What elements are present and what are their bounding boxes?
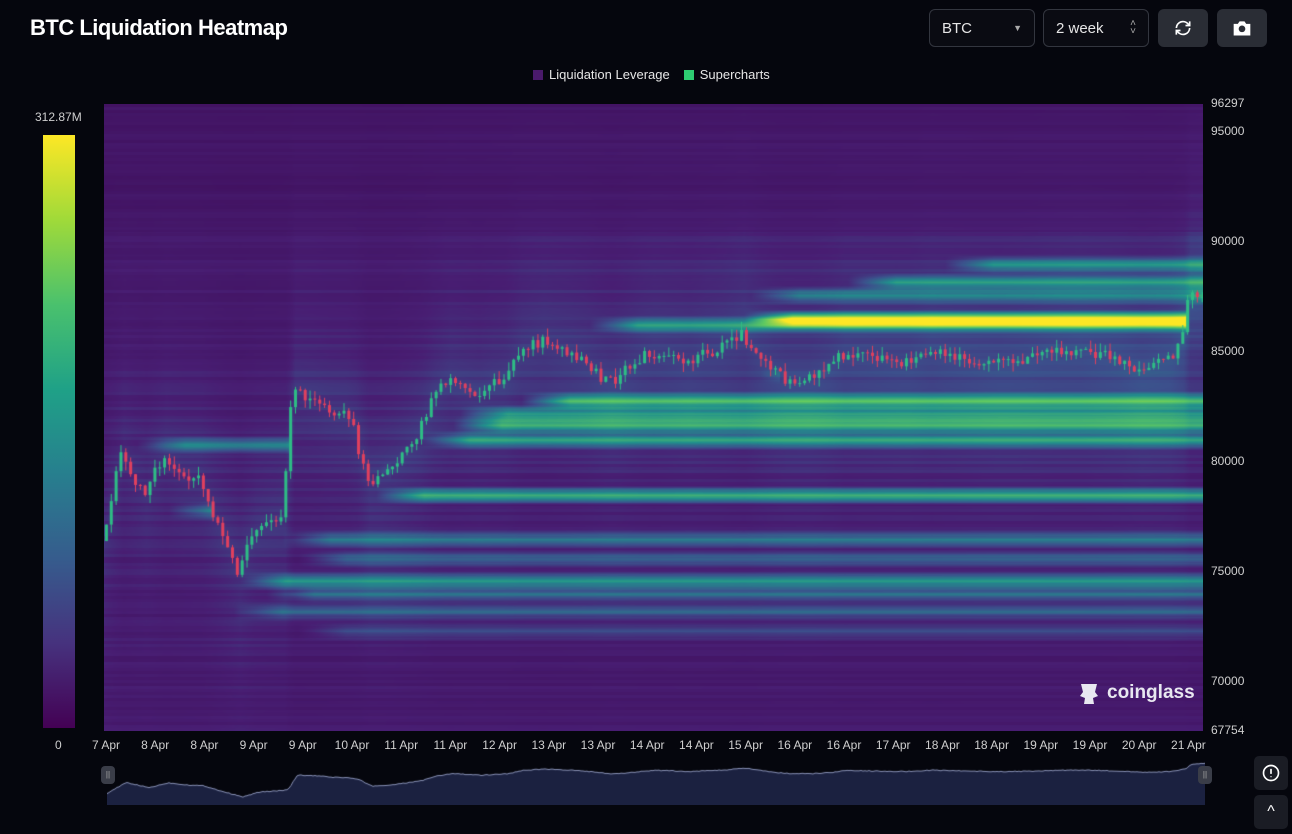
x-tick-label: 21 Apr bbox=[1171, 738, 1206, 752]
time-range-navigator[interactable] bbox=[107, 755, 1205, 805]
x-tick-label: 13 Apr bbox=[580, 738, 616, 752]
colorbar-max-label: 312.87M bbox=[35, 110, 82, 124]
y-tick-label: 75000 bbox=[1211, 563, 1245, 578]
caret-down-icon: ▼ bbox=[1013, 23, 1022, 33]
x-tick-label: 19 Apr bbox=[1072, 738, 1108, 752]
y-tick-label: 95000 bbox=[1211, 124, 1245, 139]
page-title: BTC Liquidation Heatmap bbox=[30, 15, 288, 40]
x-tick-label: 9 Apr bbox=[288, 738, 317, 752]
legend-label: Liquidation Leverage bbox=[549, 67, 670, 82]
x-tick-label: 11 Apr bbox=[384, 738, 419, 752]
x-tick-label: 18 Apr bbox=[974, 738, 1009, 752]
x-tick-label: 13 Apr bbox=[531, 738, 567, 752]
x-tick-label: 19 Apr bbox=[1023, 738, 1059, 752]
x-tick-label: 18 Apr bbox=[925, 738, 960, 752]
x-tick-label: 9 Apr bbox=[239, 738, 268, 752]
y-tick-label: 90000 bbox=[1211, 234, 1245, 249]
x-tick-label: 7 Apr bbox=[91, 738, 121, 752]
navigator-left-handle[interactable]: || bbox=[101, 766, 115, 784]
range-select-value: 2 week bbox=[1056, 19, 1104, 37]
symbol-select[interactable]: BTC ▼ bbox=[929, 9, 1035, 47]
liquidation-heatmap[interactable] bbox=[104, 104, 1203, 731]
y-tick-label: 67754 bbox=[1211, 723, 1245, 737]
x-tick-label: 10 Apr bbox=[334, 738, 370, 752]
colorbar bbox=[43, 135, 75, 728]
y-tick-label: 80000 bbox=[1211, 453, 1245, 468]
scroll-top-button[interactable]: ^ bbox=[1254, 795, 1288, 829]
symbol-select-value: BTC bbox=[942, 19, 972, 37]
camera-icon bbox=[1233, 21, 1251, 36]
x-tick-label: 14 Apr bbox=[629, 738, 665, 752]
x-tick-label: 8 Apr bbox=[141, 738, 170, 752]
legend-item-supercharts[interactable]: Supercharts bbox=[683, 67, 770, 82]
legend-label: Supercharts bbox=[699, 67, 770, 82]
x-tick-label: 17 Apr bbox=[875, 738, 911, 752]
x-tick-label: 15 Apr bbox=[728, 738, 763, 752]
colorbar-min-label: 0 bbox=[55, 738, 62, 752]
y-tick-label: 85000 bbox=[1211, 344, 1245, 359]
legend: Liquidation Leverage Supercharts bbox=[533, 67, 770, 82]
y-tick-label: 96297 bbox=[1211, 96, 1245, 110]
coinglass-logo-icon bbox=[1080, 684, 1098, 704]
refresh-icon bbox=[1175, 20, 1191, 36]
settings-button[interactable] bbox=[1254, 756, 1288, 790]
x-tick-label: 16 Apr bbox=[777, 738, 813, 752]
x-tick-label: 12 Apr bbox=[482, 738, 517, 752]
refresh-button[interactable] bbox=[1158, 9, 1208, 47]
gear-alert-icon bbox=[1262, 764, 1280, 782]
legend-swatch bbox=[683, 70, 694, 80]
navigator-right-handle[interactable]: || bbox=[1198, 766, 1212, 784]
coinglass-watermark: coinglass bbox=[1077, 680, 1195, 706]
screenshot-button[interactable] bbox=[1217, 9, 1267, 47]
chevron-up-icon: ^ bbox=[1267, 803, 1275, 820]
watermark-text: coinglass bbox=[1107, 682, 1195, 703]
x-tick-label: 16 Apr bbox=[826, 738, 862, 752]
range-select[interactable]: 2 week ˄ ˅ bbox=[1043, 9, 1149, 47]
updown-chevron-icon: ˄ ˅ bbox=[1130, 18, 1136, 37]
legend-item-liquidation-leverage[interactable]: Liquidation Leverage bbox=[533, 67, 670, 82]
legend-swatch bbox=[533, 70, 543, 80]
y-tick-label: 70000 bbox=[1211, 673, 1245, 688]
x-tick-label: 11 Apr bbox=[433, 738, 468, 752]
x-tick-label: 20 Apr bbox=[1121, 738, 1157, 752]
x-tick-label: 14 Apr bbox=[679, 738, 714, 752]
x-tick-label: 8 Apr bbox=[190, 738, 219, 752]
